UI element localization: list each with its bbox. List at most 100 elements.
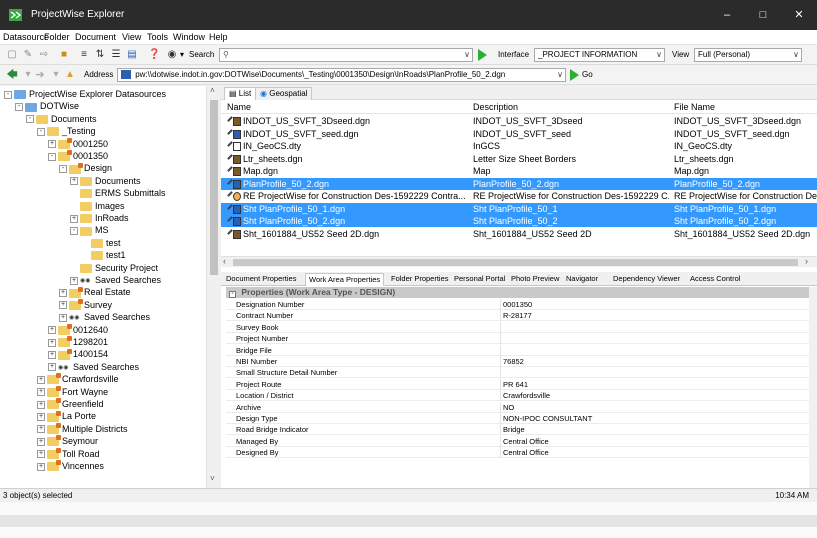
document-row[interactable]: Sht PlanProfile_50_2.dgn Sht PlanProfile_…	[221, 215, 817, 227]
menu-help[interactable]: Help	[209, 32, 228, 42]
tree-item[interactable]: - Documents	[26, 113, 97, 125]
document-row[interactable]: PlanProfile_50_2.dgn PlanProfile_50_2.dgn…	[221, 177, 817, 190]
expand-icon[interactable]: +	[70, 177, 78, 186]
tree-item[interactable]: + Real Estate	[59, 286, 131, 298]
scroll-left-icon[interactable]: ‹	[223, 256, 226, 266]
collapse-icon[interactable]: -	[48, 152, 56, 161]
tree-item[interactable]: +1400154	[48, 348, 108, 360]
column-header-file-name[interactable]: File Name	[674, 102, 715, 112]
tree-item[interactable]: + Multiple Districts	[37, 422, 128, 435]
view-select[interactable]: Full (Personal) ∨	[694, 48, 802, 62]
tree-item[interactable]: + La Porte	[37, 410, 96, 422]
property-value[interactable]: 76852	[503, 356, 524, 367]
edit-icon[interactable]: ✎	[22, 49, 34, 61]
property-tab[interactable]: Access Control	[687, 273, 743, 286]
tree-item[interactable]: - Design	[59, 162, 112, 174]
tree-item[interactable]: ERMS Submittals	[70, 187, 166, 199]
tree-item[interactable]: + Saved Searches	[59, 311, 150, 324]
tab-geospatial[interactable]: ◉ Geospatial	[255, 87, 313, 100]
property-value[interactable]: R-28177	[503, 310, 532, 321]
property-value[interactable]: Central Office	[503, 436, 549, 447]
maximize-button[interactable]: □	[745, 0, 781, 30]
document-row[interactable]: INDOT_US_SVFT_seed.dgn INDOT_US_SVFT_seed…	[221, 128, 817, 140]
tree-item[interactable]: + Toll Road	[37, 447, 100, 460]
tree-scroll-thumb[interactable]	[210, 100, 218, 275]
tree-scrollbar[interactable]: ˄ ˅	[206, 86, 220, 488]
property-tab[interactable]: Folder Properties	[388, 273, 452, 286]
property-scrollbar[interactable]	[809, 287, 817, 488]
property-tab[interactable]: Personal Portal	[451, 273, 508, 286]
dropdown-icon[interactable]: ▾	[50, 69, 62, 81]
collapse-icon[interactable]: -	[70, 227, 78, 236]
collapse-icon[interactable]: -	[59, 165, 67, 174]
expand-icon[interactable]: +	[48, 140, 56, 149]
help-icon[interactable]: ❓	[148, 49, 160, 61]
document-row[interactable]: INDOT_US_SVFT_3Dseed.dgn INDOT_US_SVFT_3D…	[221, 115, 817, 127]
tree-item[interactable]: + Vincennes	[37, 460, 104, 472]
tree-item[interactable]: - MS	[70, 224, 109, 236]
sort-icon[interactable]: ⇅	[94, 49, 106, 61]
property-value[interactable]: Central Office	[503, 447, 549, 458]
property-value[interactable]: NO	[503, 402, 514, 413]
tree-item[interactable]: + InRoads	[70, 212, 129, 224]
tree-item[interactable]: + Documents	[70, 175, 141, 187]
list-scroll-thumb[interactable]	[233, 259, 798, 266]
property-row[interactable]: NBI Number 76852	[226, 356, 816, 367]
tree-item[interactable]: + Greenfield	[37, 398, 104, 410]
tree-item[interactable]: test1	[81, 249, 126, 261]
new-document-icon[interactable]: ▢	[6, 49, 18, 61]
expand-icon[interactable]: +	[48, 363, 56, 372]
forward-icon[interactable]: ➜	[34, 69, 46, 81]
tree-item[interactable]: + Saved Searches	[48, 361, 139, 374]
document-row[interactable]: Sht PlanProfile_50_1.dgn Sht PlanProfile_…	[221, 202, 817, 215]
expand-icon[interactable]: +	[37, 413, 45, 422]
tree-item[interactable]: - DOTWise	[15, 100, 79, 112]
up-folder-icon[interactable]: ▲	[64, 69, 76, 81]
tree-item[interactable]: test	[81, 237, 121, 249]
column-header-name[interactable]: Name	[227, 102, 251, 112]
property-value[interactable]: PR 641	[503, 379, 528, 390]
address-input[interactable]: pw:\\dotwise.indot.in.gov:DOTWise\Docume…	[117, 68, 566, 82]
property-row[interactable]: Project Route PR 641	[226, 378, 816, 390]
check-in-icon[interactable]: ⇨	[38, 49, 50, 61]
menu-datasource[interactable]: Datasource	[3, 32, 49, 42]
expand-icon[interactable]: +	[48, 351, 56, 360]
run-search-icon[interactable]	[478, 49, 487, 61]
tab-list[interactable]: ▤ List	[224, 87, 257, 100]
collapse-icon[interactable]: -	[15, 103, 23, 112]
search-dropdown-arrow-icon[interactable]: ▾	[180, 50, 184, 59]
tree-item[interactable]: + Fort Wayne	[37, 385, 108, 398]
menu-tools[interactable]: Tools	[147, 32, 168, 42]
property-tab[interactable]: Photo Preview	[508, 273, 562, 286]
expand-icon[interactable]: +	[37, 388, 45, 397]
tree-item[interactable]: + Saved Searches	[70, 274, 161, 287]
search-input[interactable]: ⚲ ∨	[219, 48, 473, 62]
expand-icon[interactable]: +	[70, 214, 78, 223]
expand-icon[interactable]: +	[48, 338, 56, 347]
expand-icon[interactable]: +	[37, 375, 45, 384]
document-row[interactable]: Ltr_sheets.dgn Letter Size Sheet Borders L…	[221, 153, 817, 165]
tree-item[interactable]: +0001250	[48, 137, 108, 150]
details-view-icon[interactable]: ☰	[110, 49, 122, 61]
property-row[interactable]: Project Number	[226, 333, 816, 345]
collapse-icon[interactable]: -	[4, 90, 12, 99]
property-row[interactable]: Contract Number R-28177	[226, 310, 816, 322]
property-value[interactable]: 0001350	[503, 299, 532, 310]
property-row[interactable]: Small Structure Detail Number	[226, 367, 816, 379]
dropdown-icon[interactable]: ▾	[22, 69, 34, 81]
expand-icon[interactable]: +	[59, 301, 67, 310]
property-value[interactable]: Crawfordsville	[503, 390, 550, 401]
property-tab[interactable]: Document Properties	[223, 273, 299, 286]
go-button[interactable]: Go	[582, 70, 593, 79]
property-row[interactable]: Designation Number 0001350	[226, 299, 816, 310]
expand-icon[interactable]: +	[37, 462, 45, 471]
menu-document[interactable]: Document	[75, 32, 116, 42]
property-value[interactable]: Bridge	[503, 424, 525, 435]
column-header-description[interactable]: Description	[473, 102, 518, 112]
property-tab[interactable]: Dependency Viewer	[610, 273, 683, 286]
document-row[interactable]: Map.dgn Map Map.dgn	[221, 165, 817, 177]
tree-item[interactable]: - 0001350	[48, 150, 108, 162]
interface-select[interactable]: _PROJECT INFORMATION ∨	[534, 48, 665, 62]
back-icon[interactable]: 🡄	[6, 69, 18, 81]
property-row[interactable]: Managed By Central Office	[226, 435, 816, 447]
